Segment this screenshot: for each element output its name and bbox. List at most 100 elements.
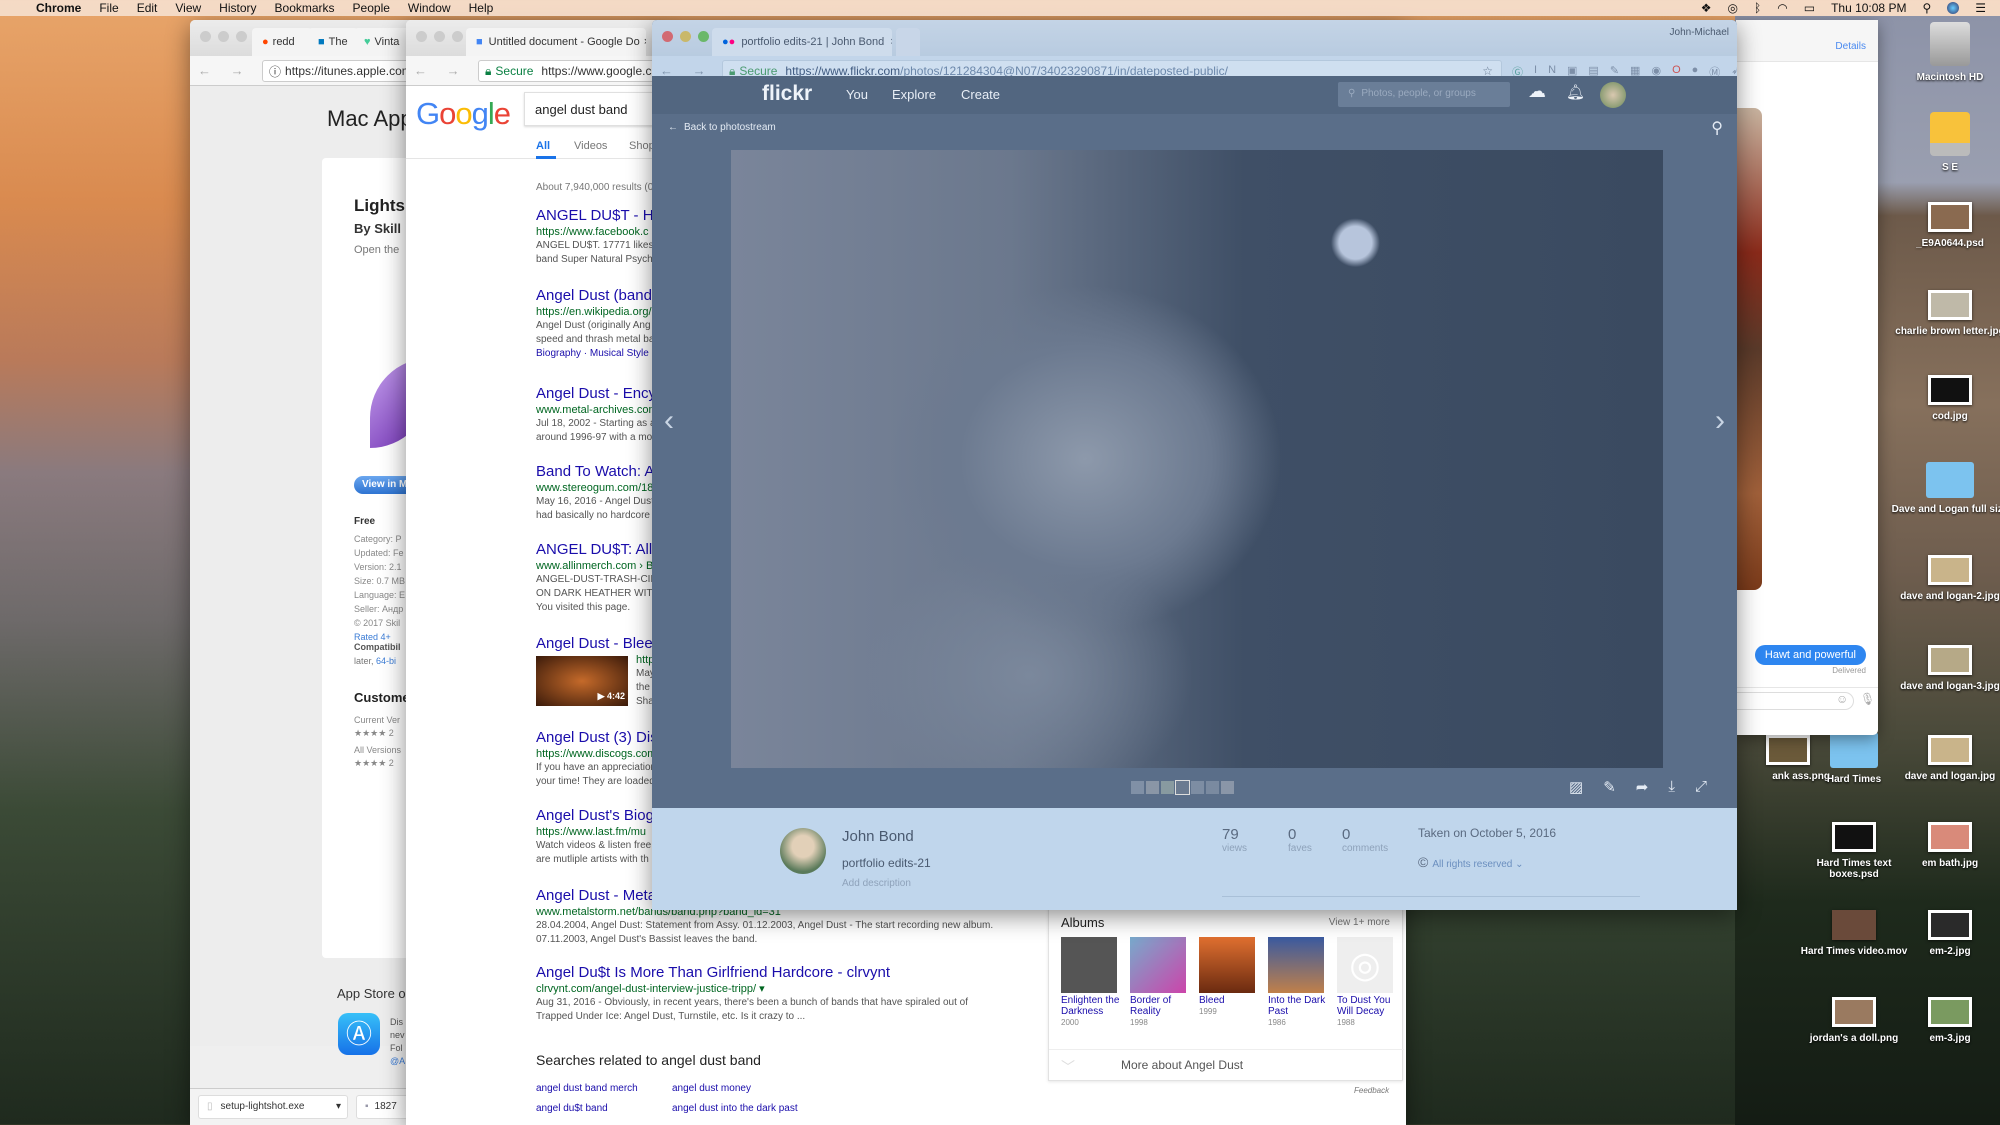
minimize-button[interactable]	[218, 31, 229, 42]
previous-photo-arrow[interactable]: ‹	[664, 404, 674, 438]
back-to-photostream-link[interactable]: ← Back to photostream	[668, 122, 776, 133]
result-title[interactable]: Band To Watch: An	[536, 462, 663, 481]
album-cover[interactable]	[1268, 937, 1324, 993]
filmstrip-thumb[interactable]	[1191, 781, 1204, 794]
nav-you[interactable]: You	[846, 87, 868, 102]
fullscreen-icon[interactable]: ⤢	[1695, 778, 1707, 796]
menu-app-name[interactable]: Chrome	[36, 1, 81, 15]
zoom-search-icon[interactable]: ⚲	[1711, 118, 1723, 138]
result-title[interactable]: ANGEL DU$T - Hon	[536, 206, 670, 225]
related-search-link[interactable]: angel dust money	[672, 1083, 751, 1094]
zoom-button[interactable]	[698, 31, 709, 42]
tab-all[interactable]: All	[536, 140, 557, 159]
dropbox-icon[interactable]: ❖	[1701, 1, 1712, 15]
result-title[interactable]: Angel Dust - Bleed	[536, 634, 661, 653]
new-tab-button[interactable]	[896, 28, 920, 56]
desktop-icon[interactable]: charlie brown letter.jpg	[1890, 290, 2000, 337]
menu-people[interactable]: People	[353, 1, 390, 15]
flickr-logo[interactable]: flickr	[762, 82, 812, 106]
details-link[interactable]: Details	[1835, 41, 1866, 52]
related-search-link[interactable]: angel du$t band	[536, 1103, 608, 1114]
tab-reddit[interactable]: ● redd	[252, 28, 312, 56]
desktop-icon[interactable]: S E	[1890, 112, 2000, 173]
menu-edit[interactable]: Edit	[137, 1, 158, 15]
album-item[interactable]: Border of Reality 1998	[1130, 995, 1190, 1028]
zoom-button[interactable]	[452, 31, 463, 42]
result-title[interactable]: Angel Dust's Biogra	[536, 806, 667, 825]
download-item[interactable]: ▯ setup-lightshot.exe ▾	[198, 1095, 348, 1119]
chevron-down-icon[interactable]: ▾	[336, 1101, 341, 1112]
bluetooth-icon[interactable]: ᛒ	[1754, 1, 1761, 15]
avatar[interactable]	[1600, 82, 1626, 108]
menu-file[interactable]: File	[99, 1, 118, 15]
nav-create[interactable]: Create	[961, 87, 1000, 102]
share-icon[interactable]: ➦	[1636, 778, 1649, 796]
photo-title[interactable]: portfolio edits-21	[842, 856, 931, 870]
menu-history[interactable]: History	[219, 1, 256, 15]
download-icon[interactable]: ⤓	[1668, 778, 1675, 796]
album-item[interactable]: Enlighten the Darkness 2000	[1061, 995, 1121, 1028]
album-placeholder-icon[interactable]: ◎	[1337, 937, 1393, 993]
more-about-link[interactable]: More about Angel Dust	[1121, 1058, 1243, 1072]
tab-flickr[interactable]: ●●portfolio edits-21 | John Bond×	[712, 28, 892, 56]
close-tab-icon[interactable]: ×	[644, 36, 646, 48]
notifications-bell-icon[interactable]: 🔔︎	[1566, 83, 1585, 101]
sitelinks[interactable]: Biography · Musical Style	[536, 347, 657, 361]
license-dropdown[interactable]: © All rights reserved ⌄	[1418, 854, 1524, 870]
spotlight-icon[interactable]: ⚲	[1922, 1, 1931, 15]
image-view-icon[interactable]: ▨	[1569, 778, 1583, 796]
album-cover[interactable]	[1199, 937, 1255, 993]
menu-view[interactable]: View	[175, 1, 201, 15]
desktop-icon[interactable]: cod.jpg	[1890, 375, 2000, 422]
related-search-link[interactable]: angel dust into the dark past	[672, 1103, 798, 1114]
upload-icon[interactable]: ☁	[1528, 81, 1546, 102]
filmstrip-thumb[interactable]	[1161, 781, 1174, 794]
desktop-icon[interactable]: dave and logan-2.jpg	[1890, 555, 2000, 602]
clock[interactable]: Thu 10:08 PM	[1831, 1, 1906, 15]
tab-videos[interactable]: Videos	[574, 140, 607, 152]
album-cover[interactable]	[1130, 937, 1186, 993]
desktop-icon[interactable]: Macintosh HD	[1890, 22, 2000, 83]
owner-avatar[interactable]	[780, 828, 826, 874]
feedback-link[interactable]: Feedback	[1354, 1086, 1389, 1095]
album-item[interactable]: Into the Dark Past 1986	[1268, 995, 1328, 1028]
desktop-icon[interactable]: _E9A0644.psd	[1890, 202, 2000, 249]
tab-google-doc[interactable]: ■Untitled document - Google Do×	[466, 28, 646, 56]
result-title[interactable]: ANGEL DU$T: All In	[536, 540, 669, 559]
zoom-button[interactable]	[236, 31, 247, 42]
filmstrip-thumb[interactable]	[1206, 781, 1219, 794]
menu-help[interactable]: Help	[469, 1, 494, 15]
filmstrip-thumb-active[interactable]	[1175, 780, 1190, 795]
desktop-icon[interactable]: em bath.jpg	[1890, 822, 2000, 869]
minimize-button[interactable]	[434, 31, 445, 42]
close-button[interactable]	[416, 31, 427, 42]
nav-explore[interactable]: Explore	[892, 87, 936, 102]
microphone-icon[interactable]: 🎙︎	[1860, 692, 1875, 706]
result-title[interactable]: Angel Dust - Encycl	[536, 384, 667, 403]
airplay-icon[interactable]: ▭	[1804, 1, 1815, 15]
main-photo[interactable]	[731, 150, 1663, 768]
filmstrip-thumb[interactable]	[1131, 781, 1144, 794]
video-thumbnail[interactable]: ▶ 4:42	[536, 656, 628, 706]
filmstrip-thumb[interactable]	[1146, 781, 1159, 794]
desktop-icon[interactable]: Dave and Logan full size	[1890, 462, 2000, 515]
view-more-link[interactable]: View 1+ more	[1329, 917, 1390, 928]
album-item[interactable]: Bleed 1999	[1199, 995, 1259, 1017]
result-title[interactable]: Angel Dust (3) Disc	[536, 728, 665, 747]
siri-icon[interactable]	[1947, 2, 1960, 14]
message-image[interactable]	[1736, 108, 1762, 590]
filmstrip-thumb[interactable]	[1221, 781, 1234, 794]
add-description[interactable]: Add description	[842, 878, 911, 889]
desktop-icon[interactable]: dave and logan.jpg	[1890, 735, 2000, 782]
result-title[interactable]: Angel Du$t Is More Than Girlfriend Hardc…	[536, 963, 1036, 982]
tab-vintage[interactable]: ♥ Vinta	[354, 28, 414, 56]
search-input[interactable]: ⚲ Photos, people, or groups	[1338, 82, 1510, 107]
emoji-icon[interactable]: ☺	[1836, 692, 1848, 706]
compat-link[interactable]: 64-bi	[376, 656, 396, 666]
caret-down-icon[interactable]: ▾	[759, 983, 765, 995]
close-button[interactable]	[200, 31, 211, 42]
close-button[interactable]	[662, 31, 673, 42]
minimize-button[interactable]	[680, 31, 691, 42]
desktop-icon[interactable]: dave and logan-3.jpg	[1890, 645, 2000, 692]
tab-trello[interactable]: ■ The	[308, 28, 358, 56]
